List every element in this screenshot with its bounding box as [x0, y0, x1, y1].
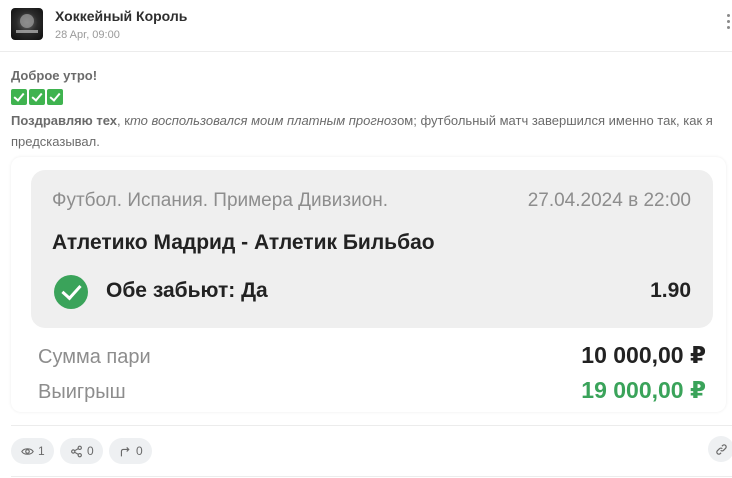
emoji-row: [11, 89, 63, 105]
link-icon: [715, 443, 727, 455]
message-bold: Поздравляю тех: [11, 113, 118, 128]
stake-value: 10 000,00 ₽: [581, 342, 706, 368]
bottom-divider: [11, 476, 732, 477]
event-date: 27.04.2024 в 22:00: [527, 190, 691, 211]
stake-label: Сумма пари: [38, 346, 151, 368]
views-count: 1: [38, 444, 45, 458]
forward-arrow-icon: [120, 446, 130, 456]
reposts-count: 0: [87, 444, 94, 458]
forward-button[interactable]: 0: [109, 438, 152, 464]
match-title: Атлетико Мадрид - Атлетик Бильбао: [52, 231, 435, 254]
win-value: 19 000,00 ₽: [581, 377, 706, 403]
bet-outcome: Обе забьют: Да: [106, 279, 268, 302]
hockey-king-logo-icon: [20, 14, 34, 28]
league-name: Футбол. Испания. Примера Дивизион.: [52, 190, 389, 211]
copy-link-button[interactable]: [708, 436, 732, 462]
shares-count: 0: [136, 444, 143, 458]
win-label: Выигрыш: [38, 381, 126, 403]
post-header: Хоккейный Король 28 Apr, 09:00: [0, 0, 732, 52]
share-nodes-icon: [71, 445, 82, 457]
bet-odds: 1.90: [650, 279, 691, 302]
post-date: 28 Apr, 09:00: [55, 29, 120, 41]
author-name[interactable]: Хоккейный Король: [55, 8, 187, 24]
post-card: Хоккейный Король 28 Apr, 09:00 Доброе ут…: [0, 0, 732, 478]
bet-slip: Футбол. Испания. Примера Дивизион. 27.04…: [31, 170, 713, 328]
message-sep: , к: [117, 113, 130, 128]
post-message: Поздравляю тех, кто воспользовался моим …: [11, 110, 726, 152]
eye-icon: [21, 447, 34, 455]
check-mark-emoji-icon: [47, 89, 63, 105]
kebab-menu-icon[interactable]: [724, 14, 732, 36]
check-mark-emoji-icon: [11, 89, 27, 105]
views-counter[interactable]: 1: [11, 438, 54, 464]
channel-avatar[interactable]: [11, 8, 43, 40]
check-mark-emoji-icon: [29, 89, 45, 105]
message-italic: то воспользовался моим платным прогноз: [129, 113, 398, 128]
greeting-text: Доброе утро!: [11, 68, 98, 83]
footer-divider: [11, 425, 732, 426]
reposts-button[interactable]: 0: [60, 438, 103, 464]
check-circle-icon: [54, 275, 88, 309]
